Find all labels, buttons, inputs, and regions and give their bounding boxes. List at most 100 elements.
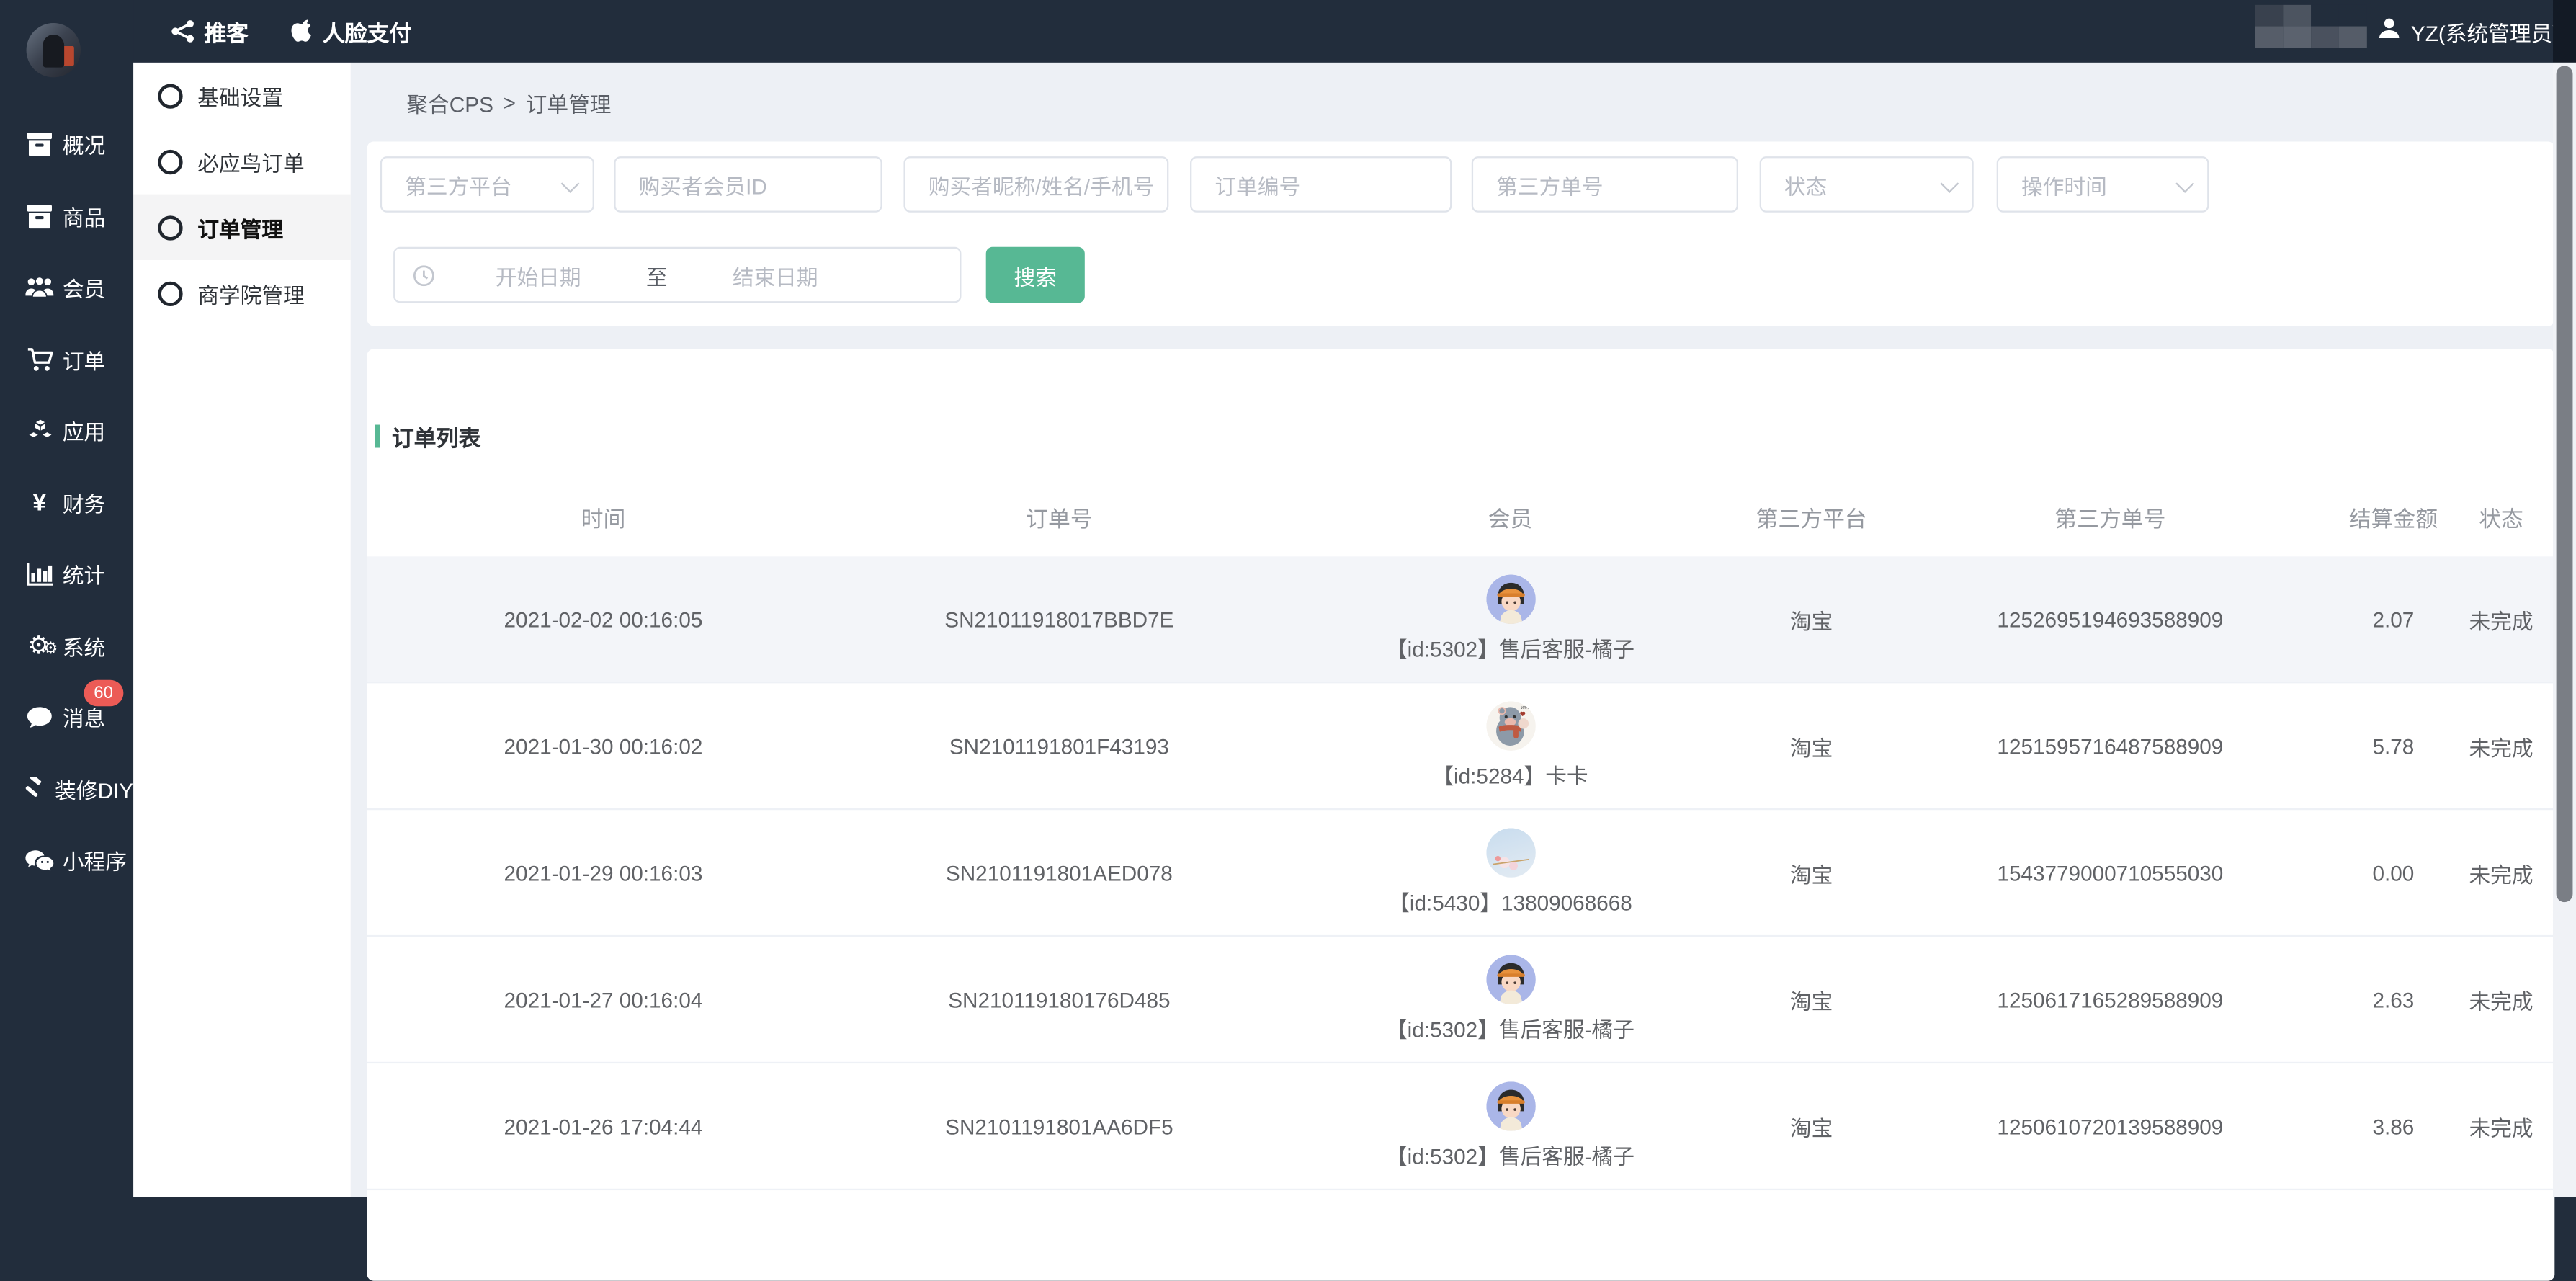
status-select[interactable]: 状态 xyxy=(1760,156,1974,213)
submenu-item-order-management[interactable]: 订单管理 xyxy=(133,195,351,260)
sidebar-item-diy[interactable]: 装修DIY xyxy=(0,753,133,824)
user-menu[interactable]: YZ(系统管理员) xyxy=(2376,0,2559,63)
third-party-number: 1543779000710555030 xyxy=(1882,860,2339,885)
circle-icon xyxy=(158,83,182,107)
sidebar-item-orders[interactable]: 订单 xyxy=(0,323,133,395)
col-status: 状态 xyxy=(2448,501,2555,534)
profile-avatar[interactable] xyxy=(27,23,81,77)
table-header: 时间 订单号 会员 第三方平台 第三方单号 结算金额 状态 xyxy=(367,486,2555,548)
op-time-select[interactable]: 操作时间 xyxy=(1997,156,2209,213)
platform-select[interactable]: 第三方平台 xyxy=(380,156,594,213)
member-cell: 【id:5302】售后客服-橘子 xyxy=(1279,955,1741,1043)
orders-cart-icon xyxy=(22,347,58,372)
order-number: SN2101191801AED078 xyxy=(839,860,1279,885)
third-party-number: 1250610720139588909 xyxy=(1882,1114,2339,1138)
settle-amount: 0.00 xyxy=(2339,860,2448,885)
date-to-label: 至 xyxy=(637,249,676,301)
settle-amount: 3.86 xyxy=(2339,1114,2448,1138)
status-text: 未完成 xyxy=(2448,1110,2555,1141)
member-cell: 【id:5302】售后客服-橘子 xyxy=(1279,574,1741,663)
col-third-no: 第三方单号 xyxy=(1882,501,2339,534)
tab-face-pay[interactable]: 人脸支付 xyxy=(291,15,411,48)
buyer-id-input[interactable]: 购买者会员ID xyxy=(614,156,882,213)
chevron-down-icon xyxy=(2175,174,2194,193)
person-icon xyxy=(2376,17,2401,46)
stats-chart-icon xyxy=(22,563,58,586)
member-name: 【id:5302】售后客服-橘子 xyxy=(1386,1012,1634,1043)
table-body: 2021-02-02 00:16:05SN21011918017BBD7E【id… xyxy=(367,556,2555,1190)
diy-gavel-icon xyxy=(22,777,50,801)
sidebar-item-goods[interactable]: 商品 xyxy=(0,180,133,251)
member-name: 【id:5430】13809068668 xyxy=(1388,885,1632,916)
order-number: SN2101191801AA6DF5 xyxy=(839,1114,1279,1138)
buyer-name-input[interactable]: 购买者昵称/姓名/手机号 xyxy=(903,156,1168,213)
third-party-number: 1252695194693588909 xyxy=(1882,607,2339,631)
platform: 淘宝 xyxy=(1742,603,1882,634)
platform: 淘宝 xyxy=(1742,1110,1882,1141)
page-scrollbar[interactable] xyxy=(2553,63,2576,1197)
sidebar-item-apps[interactable]: 应用 xyxy=(0,395,133,466)
order-list-card: 订单列表 时间 订单号 会员 第三方平台 第三方单号 结算金额 状态 2021-… xyxy=(367,349,2555,1280)
sidebar-item-system[interactable]: ⚙⚙ 系统 xyxy=(0,610,133,682)
green-accent-bar xyxy=(375,425,380,448)
member-cell: wink【id:5284】卡卡 xyxy=(1279,701,1741,790)
card-title: 订单列表 xyxy=(375,420,480,453)
main-sidebar: 概况 商品 会员 订单 应用 ¥ 财务 xyxy=(0,0,133,1197)
circle-icon xyxy=(158,149,182,174)
settle-amount: 2.07 xyxy=(2339,607,2448,631)
status-text: 未完成 xyxy=(2448,730,2555,761)
breadcrumb-separator: > xyxy=(504,90,516,115)
member-name: 【id:5302】售后客服-橘子 xyxy=(1386,1139,1634,1170)
top-bar: 推客 人脸支付 YZ(系统管理员) xyxy=(0,0,2576,63)
apple-icon xyxy=(291,19,313,43)
submenu-item-basic-settings[interactable]: 基础设置 xyxy=(133,63,351,128)
filter-card: 第三方平台 购买者会员ID 购买者昵称/姓名/手机号 订单编号 第三方单号 状态… xyxy=(367,142,2555,326)
col-time: 时间 xyxy=(367,501,840,534)
start-date-placeholder[interactable]: 开始日期 xyxy=(464,249,612,301)
end-date-placeholder[interactable]: 结束日期 xyxy=(701,249,849,301)
order-time: 2021-01-30 00:16:02 xyxy=(367,733,840,758)
order-time: 2021-02-02 00:16:05 xyxy=(367,607,840,631)
grey-hippo-scarf-avatar: wink xyxy=(1485,701,1535,751)
order-time: 2021-01-26 17:04:44 xyxy=(367,1114,840,1138)
status-text: 未完成 xyxy=(2448,983,2555,1014)
sidebar-item-members[interactable]: 会员 xyxy=(0,252,133,323)
tab-tuike[interactable]: 推客 xyxy=(171,15,249,48)
col-member: 会员 xyxy=(1279,501,1741,534)
system-gears-icon: ⚙⚙ xyxy=(22,633,58,658)
breadcrumb-parent[interactable]: 聚合CPS xyxy=(406,86,493,117)
date-range-picker[interactable]: 开始日期 至 结束日期 xyxy=(393,247,961,303)
table-row: 2021-01-29 00:16:03SN2101191801AED078【id… xyxy=(367,810,2555,937)
submenu-item-academy[interactable]: 商学院管理 xyxy=(133,260,351,326)
message-bubble-icon xyxy=(22,706,58,729)
girl-orange-hat-avatar xyxy=(1485,574,1535,624)
chevron-down-icon xyxy=(561,174,580,193)
table-row: 2021-02-02 00:16:05SN21011918017BBD7E【id… xyxy=(367,556,2555,683)
third-party-no-input[interactable]: 第三方单号 xyxy=(1472,156,1738,213)
message-count-badge: 60 xyxy=(84,680,123,707)
circle-icon xyxy=(158,281,182,305)
scrollbar-thumb[interactable] xyxy=(2557,66,2573,902)
table-row: 2021-01-30 00:16:02SN2101191801F43193win… xyxy=(367,683,2555,810)
svg-text:wink: wink xyxy=(1520,704,1531,710)
sidebar-item-overview[interactable]: 概况 xyxy=(0,109,133,180)
sidebar-item-miniprogram[interactable]: 小程序 xyxy=(0,825,133,896)
search-button[interactable]: 搜索 xyxy=(986,247,1085,303)
girl-orange-hat-avatar xyxy=(1485,955,1535,1004)
submenu-item-bingbird-orders[interactable]: 必应鸟订单 xyxy=(133,128,351,194)
tab-label: 推客 xyxy=(204,15,249,48)
overview-box-icon xyxy=(22,132,58,156)
status-text: 未完成 xyxy=(2448,603,2555,634)
col-amount: 结算金额 xyxy=(2339,501,2448,534)
finance-yen-icon: ¥ xyxy=(22,490,58,514)
user-label: YZ(系统管理员) xyxy=(2411,16,2559,47)
order-no-input[interactable]: 订单编号 xyxy=(1190,156,1452,213)
member-cell: 【id:5302】售后客服-橘子 xyxy=(1279,1081,1741,1170)
sidebar-item-messages[interactable]: 60 消息 xyxy=(0,682,133,753)
sidebar-item-finance[interactable]: ¥ 财务 xyxy=(0,467,133,538)
tab-label: 人脸支付 xyxy=(323,15,411,48)
goods-box-icon xyxy=(22,204,58,228)
sidebar-item-stats[interactable]: 统计 xyxy=(0,538,133,610)
col-platform: 第三方平台 xyxy=(1742,501,1882,534)
breadcrumb: 聚合CPS > 订单管理 xyxy=(351,63,2576,142)
